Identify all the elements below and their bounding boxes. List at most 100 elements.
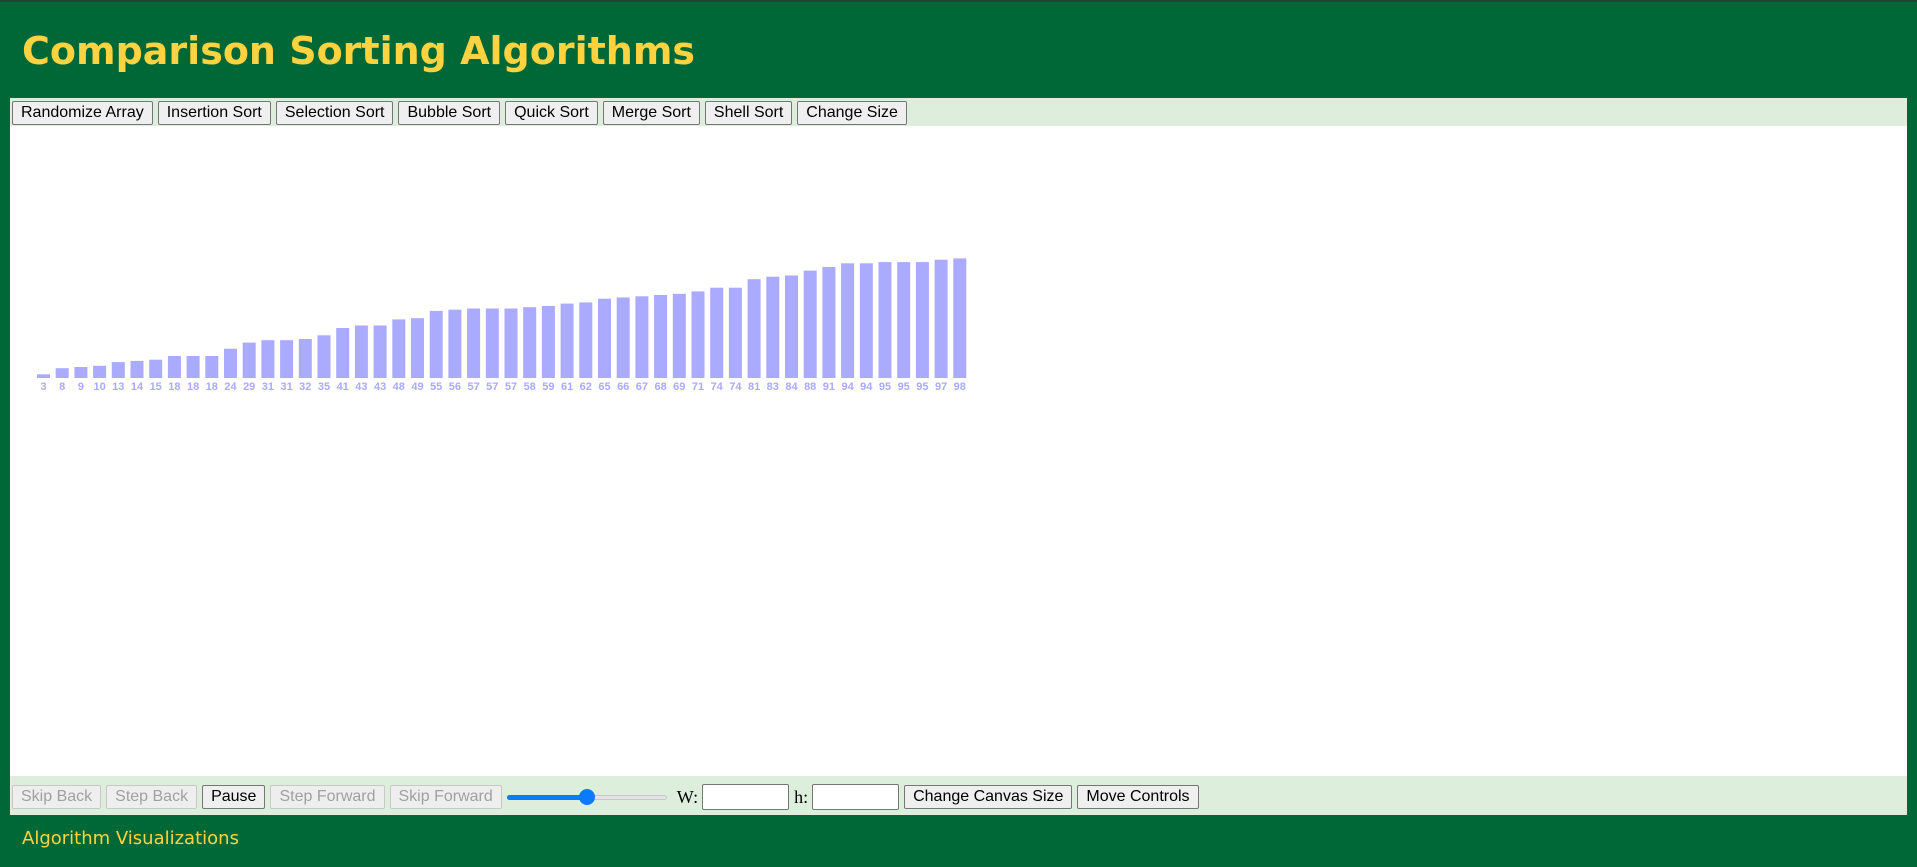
array-value-label: 84 (785, 381, 798, 393)
array-bar (747, 279, 761, 378)
pause-button[interactable]: Pause (202, 785, 266, 809)
selection-sort-button[interactable]: Selection Sort (275, 101, 394, 125)
array-bar (504, 308, 518, 378)
array-bar (728, 287, 742, 378)
skip-forward-button[interactable]: Skip Forward (389, 785, 502, 809)
array-bar (429, 310, 443, 378)
array-value-label: 95 (898, 381, 910, 393)
array-value-label: 31 (262, 381, 274, 393)
array-value-label: 58 (524, 381, 536, 393)
quick-sort-button[interactable]: Quick Sort (505, 101, 598, 125)
array-bar (55, 368, 69, 378)
array-bar (616, 297, 630, 378)
canvas-width-label: W: (676, 786, 699, 807)
array-value-label: 81 (748, 381, 760, 393)
array-bar (523, 307, 537, 378)
array-value-label: 41 (337, 381, 349, 393)
window-top-border (0, 0, 1917, 2)
shell-sort-button[interactable]: Shell Sort (704, 101, 793, 125)
array-value-label: 56 (449, 381, 461, 393)
insertion-sort-button[interactable]: Insertion Sort (157, 101, 271, 125)
array-value-label: 67 (636, 381, 648, 393)
array-bar (766, 276, 780, 378)
array-bar (541, 306, 555, 378)
array-bar (37, 374, 50, 378)
array-value-label: 62 (580, 381, 592, 393)
randomize-array-button[interactable]: Randomize Array (12, 101, 153, 125)
page-title: Comparison Sorting Algorithms (22, 29, 696, 73)
array-bar (354, 325, 368, 378)
array-bars-svg: 3 8 9 10 13 14 15 18 18 18 24 29 31 31 32 35 41 43 43 48 49 5… (37, 258, 967, 393)
array-value-label: 13 (112, 381, 124, 393)
step-forward-button[interactable]: Step Forward (270, 785, 385, 809)
array-bar (186, 356, 200, 378)
array-value-label: 57 (467, 381, 479, 393)
array-bar (411, 318, 424, 378)
array-value-label: 71 (692, 381, 704, 393)
array-value-label: 3 (40, 381, 46, 393)
array-value-label: 31 (280, 381, 292, 393)
skip-back-button[interactable]: Skip Back (12, 785, 102, 809)
array-value-label: 94 (860, 381, 873, 393)
array-value-label: 9 (78, 381, 84, 393)
array-bar (205, 356, 219, 378)
array-bar (654, 295, 668, 378)
array-value-label: 49 (411, 381, 423, 393)
array-bar (111, 362, 125, 378)
array-bar (336, 328, 350, 378)
step-back-button[interactable]: Step Back (106, 785, 198, 809)
array-bar (485, 308, 499, 378)
array-bar (635, 296, 649, 378)
merge-sort-button[interactable]: Merge Sort (602, 101, 700, 125)
array-value-label: 43 (374, 381, 386, 393)
array-value-label: 35 (318, 381, 330, 393)
canvas-height-input[interactable] (812, 784, 900, 810)
array-bar (579, 302, 593, 378)
array-bar (467, 308, 481, 378)
footer-link[interactable]: Algorithm Visualizations (22, 828, 239, 849)
slider-thumb[interactable] (578, 789, 595, 805)
canvas-width-input[interactable] (702, 784, 790, 810)
change-size-button[interactable]: Change Size (797, 101, 907, 125)
array-bar (785, 275, 798, 378)
array-value-label: 65 (598, 381, 610, 393)
array-value-label: 57 (486, 381, 498, 393)
array-bar (859, 263, 873, 378)
array-bar (953, 258, 967, 378)
move-controls-button[interactable]: Move Controls (1077, 785, 1199, 809)
array-bar (224, 348, 237, 378)
array-bar (261, 340, 275, 378)
array-value-label: 48 (393, 381, 405, 393)
array-bar (897, 262, 911, 378)
array-value-label: 88 (804, 381, 816, 393)
array-value-label: 94 (841, 381, 854, 393)
array-bar (934, 259, 948, 378)
array-value-label: 57 (505, 381, 517, 393)
animation-controls: Skip Back Step Back Pause Step Forward S… (10, 776, 1907, 815)
array-value-label: 43 (355, 381, 367, 393)
array-bar (841, 263, 855, 378)
array-bar (915, 262, 929, 378)
visualization-canvas: 3 8 9 10 13 14 15 18 18 18 24 29 31 31 32 35 41 43 43 48 49 5… (10, 126, 1907, 776)
array-value-label: 55 (430, 381, 442, 393)
array-value-label: 15 (150, 381, 162, 393)
array-bar (280, 340, 294, 378)
array-value-label: 32 (299, 381, 311, 393)
array-bar (242, 342, 256, 378)
array-value-label: 61 (561, 381, 573, 393)
array-bar (691, 291, 705, 378)
array-bar (130, 360, 144, 378)
array-value-label: 18 (168, 381, 180, 393)
change-canvas-size-button[interactable]: Change Canvas Size (904, 785, 1073, 809)
algorithm-toolbar: Randomize Array Insertion Sort Selection… (10, 98, 1907, 126)
array-bar (448, 309, 462, 378)
main-panel: Randomize Array Insertion Sort Selection… (10, 98, 1907, 815)
array-bar (822, 267, 836, 378)
bubble-sort-button[interactable]: Bubble Sort (398, 101, 501, 125)
animation-speed-slider[interactable] (506, 786, 667, 808)
array-value-label: 74 (711, 381, 724, 393)
array-bar (598, 298, 611, 378)
array-bar (392, 319, 406, 378)
array-value-label: 74 (729, 381, 742, 393)
array-value-label: 91 (823, 381, 835, 393)
